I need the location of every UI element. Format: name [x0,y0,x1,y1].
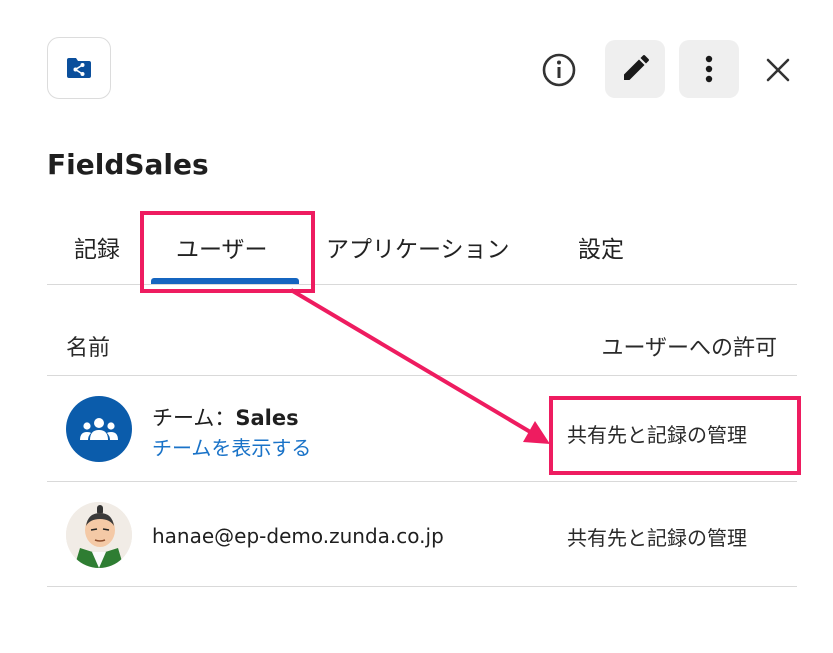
annotation-arrow [289,288,550,444]
